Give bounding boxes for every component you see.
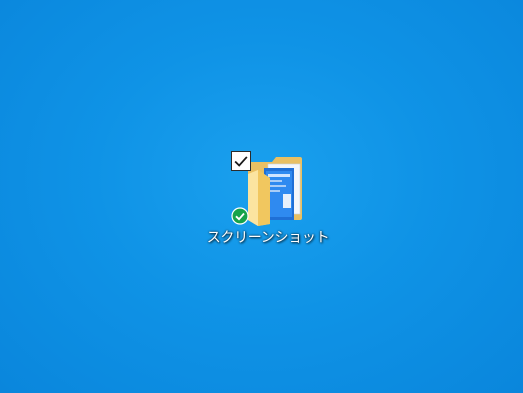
sync-ok-check-icon (231, 207, 249, 225)
desktop-icon-label[interactable]: スクリーンショット (206, 228, 330, 248)
desktop-icon-screenshots-folder[interactable]: スクリーンショット (206, 150, 330, 254)
desktop-background[interactable]: スクリーンショット (0, 0, 523, 393)
checkmark-icon (234, 156, 248, 167)
selection-checkbox[interactable] (231, 151, 251, 171)
